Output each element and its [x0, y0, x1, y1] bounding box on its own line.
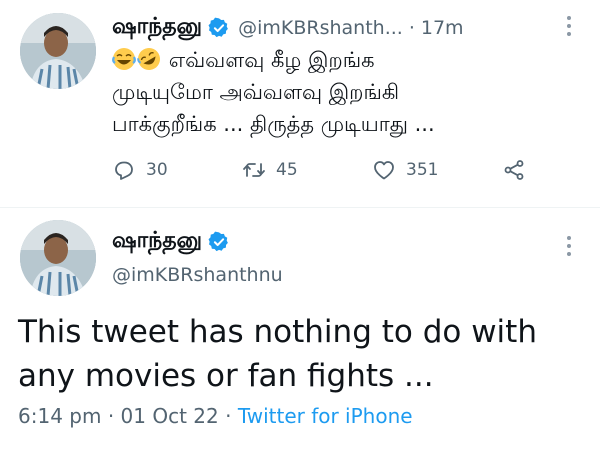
tweet1-author-name[interactable]: ஷாந்தனு: [112, 14, 202, 42]
tweet1-handle[interactable]: @imKBRshanth...: [238, 17, 403, 39]
share-icon: [504, 160, 524, 180]
avatar-portrait-image: [20, 13, 96, 89]
tweet2-time[interactable]: 6:14 pm: [18, 404, 101, 428]
tweet1-actions: 30 45 351: [112, 158, 536, 182]
like-icon: [374, 161, 394, 180]
verified-badge-icon: [208, 17, 228, 38]
like-count: 351: [406, 160, 439, 180]
tweet2-text-line2: any movies or fan fights ...: [18, 358, 434, 394]
tweet1-header: ஷாந்தனு @imKBRshanth... · 17m: [112, 11, 464, 45]
reply-count: 30: [146, 160, 168, 180]
share-button[interactable]: [502, 158, 536, 182]
tweet1-text: எவ்வளவு கீழ இறங்க முடியுமோ அவ்வளவு இறங்க…: [112, 44, 592, 140]
retweet-button[interactable]: 45: [242, 158, 372, 182]
rofl-emoji-icon: [137, 48, 160, 70]
tweet1-avatar[interactable]: [20, 13, 96, 89]
tweet2-text-line1: This tweet has nothing to do with: [18, 314, 537, 350]
joy-emoji-icon: [112, 48, 136, 70]
tweet1-text-line3: பாக்குறீங்க ... திருத்த முடியாது ...: [112, 112, 435, 136]
tweet2-date[interactable]: 01 Oct 22: [121, 404, 219, 428]
tweet2-avatar[interactable]: [20, 220, 96, 296]
like-button[interactable]: 351: [372, 158, 502, 182]
tweet2-name-row: ஷாந்தனு: [112, 228, 230, 256]
tweet1-text-line2: முடியுமோ அவ்வளவு இறங்கி: [112, 80, 400, 104]
tweet1-text-line1: எவ்வளவு கீழ இறங்க: [112, 44, 592, 76]
retweet-count: 45: [276, 160, 298, 180]
reply-button[interactable]: 30: [112, 158, 242, 182]
meta-separator: ·: [225, 404, 232, 428]
tweet2-handle[interactable]: @imKBRshanthnu: [112, 264, 283, 286]
tweet2-text: This tweet has nothing to do with any mo…: [18, 310, 588, 398]
tweet-divider: [0, 207, 600, 208]
tweet1-timestamp[interactable]: 17m: [421, 17, 464, 39]
tweet1-more-icon[interactable]: [566, 16, 572, 40]
tweet2-source-link[interactable]: Twitter for iPhone: [238, 404, 413, 428]
retweet-icon: [243, 163, 265, 177]
reply-icon: [115, 161, 133, 180]
meta-separator: ·: [107, 404, 115, 428]
tweet2-author-name[interactable]: ஷாந்தனு: [112, 228, 202, 256]
tweet2-more-icon[interactable]: [566, 236, 572, 260]
tweet1-separator: ·: [408, 17, 415, 39]
verified-badge-icon: [208, 231, 228, 252]
tweet2-metadata: 6:14 pm · 01 Oct 22 · Twitter for iPhone: [18, 404, 413, 428]
tweet1-text-line1-content: எவ்வளவு கீழ இறங்க: [168, 48, 375, 72]
avatar-portrait-image: [20, 220, 96, 296]
